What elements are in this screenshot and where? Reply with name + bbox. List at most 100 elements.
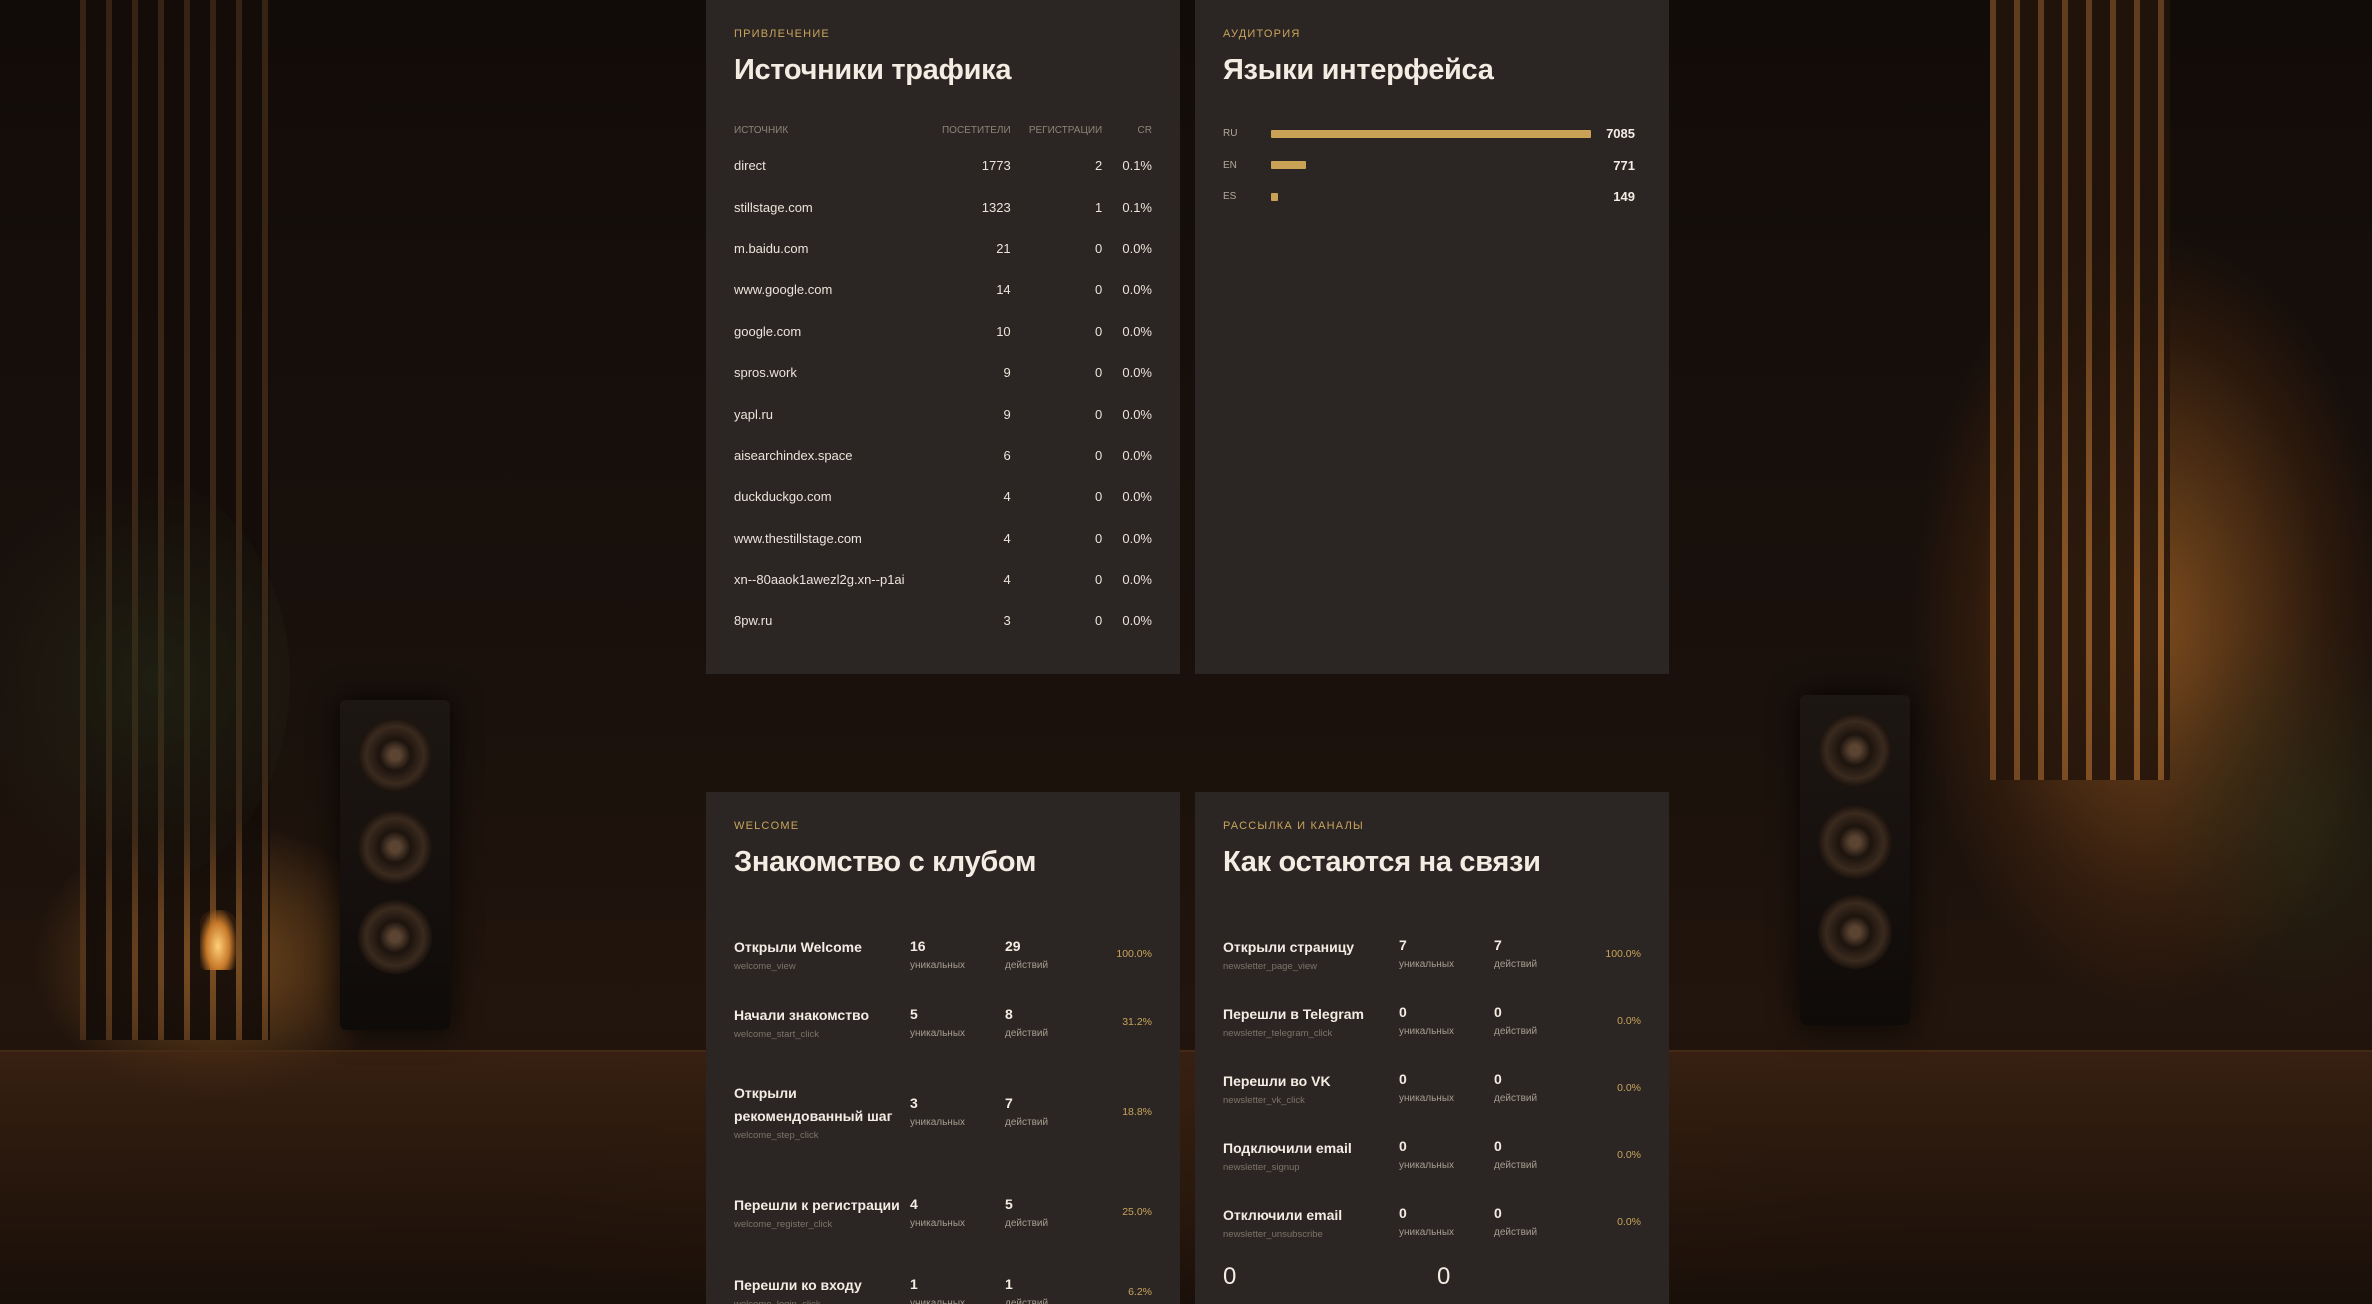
- language-bar: [1271, 192, 1278, 201]
- table-row: stillstage.com 1323 1 0.1%: [734, 186, 1152, 227]
- background-scene: [0, 0, 2372, 1304]
- newsletter-funnel-rows: Открыли страницу newsletter_page_view 7 уни…: [1223, 920, 1641, 1255]
- conversion-percent: 0.0%: [1617, 1014, 1641, 1027]
- actions-label: действий: [1494, 1160, 1538, 1171]
- actions-value: 0: [1494, 1138, 1502, 1154]
- table-row: aisearchindex.space 6 0 0.0%: [734, 435, 1152, 476]
- table-row: www.thestillstage.com 4 0 0.0%: [734, 518, 1152, 559]
- step-name: Открыли рекомендованный шаг: [734, 1085, 893, 1124]
- step-name: Перешли ко входу: [734, 1277, 862, 1293]
- table-row: google.com 10 0 0.0%: [734, 311, 1152, 352]
- source-cell: www.google.com: [734, 282, 833, 298]
- conversion-percent: 6.2%: [1128, 1286, 1152, 1298]
- language-bar-track: [1271, 192, 1591, 201]
- column-header-cr: CR: [1137, 125, 1152, 136]
- unique-label: уникальных: [910, 1117, 966, 1128]
- column-header-registrations: РЕГИСТРАЦИИ: [1028, 125, 1103, 136]
- newsletter-panel: РАССЫЛКА И КАНАЛЫ Как остаются на связи …: [1195, 792, 1669, 1304]
- unique-value: 0: [1399, 1205, 1407, 1221]
- panel-title: Как остаются на связи: [1223, 846, 1541, 878]
- step-name: Перешли в Telegram: [1223, 1005, 1364, 1022]
- actions-count: 0 действий: [1494, 1138, 1589, 1171]
- unique-label: уникальных: [1399, 1227, 1455, 1238]
- traffic-sources-panel: ПРИВЛЕЧЕНИЕ Источники трафика ИСТОЧНИК П…: [706, 0, 1180, 674]
- language-code: RU: [1223, 128, 1238, 140]
- registrations-cell: 1: [1095, 199, 1103, 215]
- source-cell: duckduckgo.com: [734, 489, 832, 505]
- step-event-code: newsletter_signup: [1223, 1161, 1300, 1173]
- visitors-cell: 14: [996, 282, 1011, 298]
- actions-count: 7 действий: [1494, 937, 1589, 970]
- conversion-percent: 0.0%: [1617, 1081, 1641, 1094]
- cr-cell: 0.0%: [1122, 489, 1152, 505]
- actions-count: 1 действий: [1005, 1276, 1100, 1304]
- cr-cell: 0.0%: [1122, 530, 1152, 546]
- actions-value: 7: [1494, 937, 1502, 953]
- visitors-cell: 21: [996, 240, 1011, 256]
- cr-cell: 0.0%: [1122, 240, 1152, 256]
- unique-value: 1: [910, 1275, 918, 1292]
- column-header-visitors: ПОСЕТИТЕЛИ: [941, 125, 1011, 136]
- step-event-code: newsletter_vk_click: [1223, 1094, 1305, 1106]
- cr-cell: 0.0%: [1122, 447, 1152, 463]
- welcome-funnel-panel: WELCOME Знакомство с клубом Открыли Welc…: [706, 792, 1180, 1304]
- language-bar-track: [1271, 129, 1591, 138]
- visitors-cell: 4: [1003, 530, 1011, 546]
- funnel-step: Открыли Welcome welcome_view: [734, 936, 910, 972]
- language-count: 149: [1613, 189, 1635, 205]
- step-name: Перешли во VK: [1223, 1072, 1331, 1089]
- actions-label: действий: [1494, 1026, 1538, 1037]
- actions-value: 29: [1005, 937, 1021, 954]
- language-code: EN: [1223, 159, 1237, 171]
- source-cell: stillstage.com: [734, 199, 813, 215]
- funnel-row: Отключили email newsletter_unsubscribe 0 ун…: [1223, 1188, 1641, 1255]
- step-event-code: newsletter_unsubscribe: [1223, 1228, 1323, 1240]
- panel-title: Знакомство с клубом: [734, 846, 1037, 878]
- table-row: yapl.ru 9 0 0.0%: [734, 393, 1152, 434]
- funnel-row: Открыли страницу newsletter_page_view 7 уни…: [1223, 920, 1641, 987]
- funnel-step: Начали знакомство welcome_start_click: [734, 1004, 910, 1040]
- registrations-cell: 0: [1095, 530, 1103, 546]
- unique-label: уникальных: [1399, 959, 1455, 970]
- languages-panel: АУДИТОРИЯ Языки интерфейса RU 7085 EN 771 ES…: [1195, 0, 1669, 674]
- conversion-percent: 100.0%: [1116, 948, 1152, 960]
- registrations-cell: 0: [1095, 406, 1103, 422]
- step-name: Начали знакомство: [734, 1007, 870, 1023]
- funnel-step: Открыли страницу newsletter_page_view: [1223, 936, 1399, 972]
- cr-cell: 0.0%: [1122, 282, 1152, 298]
- newsletter-totals: 0 0: [1223, 1263, 1641, 1291]
- funnel-step: Перешли к регистрации welcome_register_cl…: [734, 1194, 910, 1230]
- registrations-cell: 0: [1095, 240, 1103, 256]
- column-header-source: ИСТОЧНИК: [734, 125, 789, 136]
- panel-title: Языки интерфейса: [1223, 54, 1494, 86]
- unique-count: 3 уникальных: [910, 1095, 1005, 1128]
- registrations-cell: 0: [1095, 447, 1103, 463]
- unique-count: 5 уникальных: [910, 1006, 1005, 1039]
- funnel-row: Открыли рекомендованный шаг welcome_step_…: [734, 1056, 1152, 1167]
- funnel-step: Перешли во VK newsletter_vk_click: [1223, 1070, 1399, 1106]
- unique-label: уникальных: [910, 1297, 966, 1304]
- conversion-percent: 0.0%: [1617, 1148, 1641, 1161]
- source-cell: aisearchindex.space: [734, 447, 853, 463]
- step-event-code: welcome_register_click: [734, 1219, 833, 1230]
- source-cell: spros.work: [734, 365, 797, 381]
- table-row: spros.work 9 0 0.0%: [734, 352, 1152, 393]
- conversion-percent: 18.8%: [1122, 1105, 1152, 1118]
- funnel-step: Подключили email newsletter_signup: [1223, 1137, 1399, 1173]
- step-event-code: newsletter_telegram_click: [1223, 1027, 1333, 1039]
- unique-value: 0: [1399, 1138, 1407, 1154]
- welcome-funnel-rows: Открыли Welcome welcome_view 16 уникальных 2…: [734, 920, 1152, 1304]
- language-count: 771: [1613, 157, 1635, 173]
- visitors-cell: 9: [1003, 406, 1011, 422]
- actions-value: 0: [1494, 1205, 1502, 1221]
- conversion-percent: 0.0%: [1617, 1215, 1641, 1228]
- panel-eyebrow: РАССЫЛКА И КАНАЛЫ: [1223, 820, 1364, 832]
- actions-value: 7: [1005, 1095, 1013, 1111]
- wall-slats-right: [1990, 0, 2170, 780]
- unique-label: уникальных: [1399, 1160, 1455, 1171]
- actions-count: 0 действий: [1494, 1071, 1589, 1104]
- visitors-cell: 4: [1003, 572, 1011, 588]
- speaker-right: [1800, 695, 1910, 1025]
- total-right: 0: [1437, 1263, 1451, 1290]
- source-cell: google.com: [734, 323, 802, 339]
